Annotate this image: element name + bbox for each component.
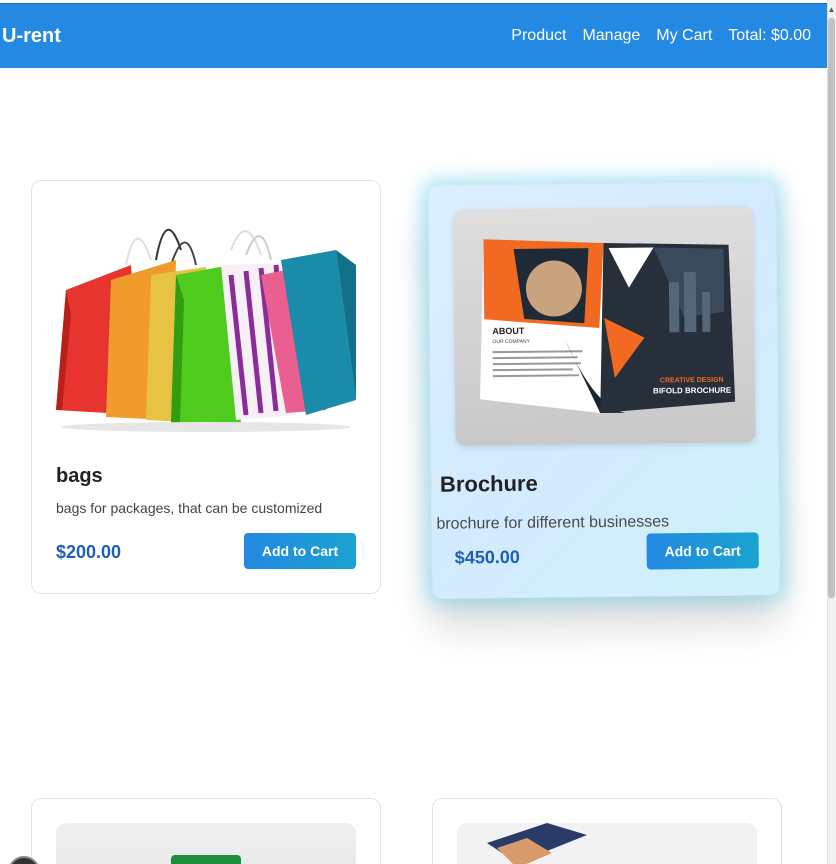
shopping-bags-illustration [56,228,356,432]
product-image-3 [56,823,356,864]
svg-text:BIFOLD BROCHURE: BIFOLD BROCHURE [653,386,732,396]
nav-link-my-cart[interactable]: My Cart [656,27,712,45]
svg-text:CREATIVE DESIGN: CREATIVE DESIGN [660,377,724,385]
product-price: $450.00 [454,546,520,568]
nav-link-product[interactable]: Product [511,27,566,45]
product-title: bags [56,465,103,487]
product-image-brochure: ABOUT OUR COMPANY CREATIVE DESIGN BIFOLD… [453,206,756,446]
page: U-rent Product Manage My Cart Total: $0.… [0,0,836,864]
top-navbar: U-rent Product Manage My Cart Total: $0.… [0,3,828,68]
svg-text:OUR COMPANY: OUR COMPANY [492,339,530,345]
brochure-about-text: ABOUT [492,326,525,336]
product-image-bags [56,205,356,435]
product-card-brochure: ABOUT OUR COMPANY CREATIVE DESIGN BIFOLD… [427,181,781,599]
product-price: $200.00 [56,542,122,562]
add-to-cart-button[interactable]: Add to Cart [646,532,759,570]
add-to-cart-button[interactable]: Add to Cart [244,533,356,569]
product-card-4 [432,798,782,864]
product-description: bags for packages, that can be customize… [56,500,323,516]
scroll-thumb[interactable] [828,18,835,598]
cart-total[interactable]: Total: $0.00 [728,27,811,45]
vertical-scrollbar[interactable]: ▲ [827,0,836,864]
nav-link-manage[interactable]: Manage [582,27,640,45]
product-card-bags: bags bags for packages, that can be cust… [31,180,381,594]
product-image-4 [457,823,757,864]
scroll-up-arrow-icon[interactable]: ▲ [827,4,836,16]
product-title: Brochure [439,470,538,497]
product-description: brochure for different businesses [436,513,670,533]
product-card-3 [31,798,381,864]
brand-logo[interactable]: U-rent [0,25,61,48]
brochure-illustration: ABOUT OUR COMPANY CREATIVE DESIGN BIFOLD… [480,239,736,414]
nav-links: Product Manage My Cart Total: $0.00 [511,27,828,45]
